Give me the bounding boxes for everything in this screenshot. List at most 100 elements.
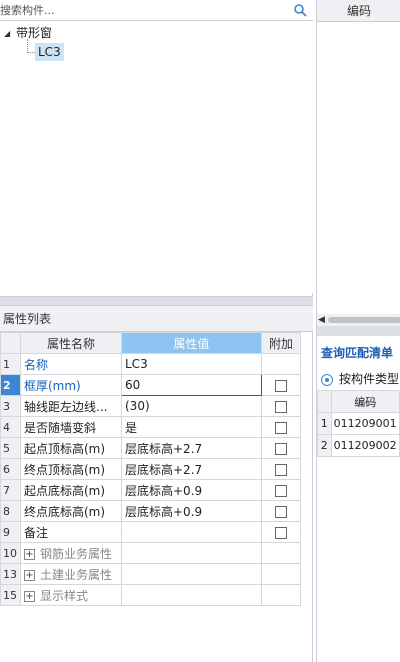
table-row-group[interactable]: 13 + 土建业务属性 <box>0 563 301 585</box>
match-list-table: 编码 1 011209001 2 011209002 <box>317 390 400 457</box>
search-bar <box>0 0 313 21</box>
table-row[interactable]: 1 名称 LC3 <box>0 353 301 375</box>
attr-name: 名称 <box>20 353 122 375</box>
row-number: 3 <box>0 395 21 417</box>
attr-name: 轴线距左边线... <box>20 395 122 417</box>
filter-radio-option[interactable]: 按构件类型 <box>321 370 399 387</box>
expand-plus-icon[interactable]: + <box>24 548 35 560</box>
extra-checkbox[interactable] <box>275 379 287 392</box>
extra-checkbox[interactable] <box>275 484 287 497</box>
extra-cell <box>261 584 301 606</box>
attr-name: 起点底标高(m) <box>20 479 122 501</box>
table-row[interactable]: 8 终点底标高(m) 层底标高+0.9 <box>0 500 301 522</box>
table-row[interactable]: 2 011209002 <box>317 434 400 457</box>
extra-checkbox[interactable] <box>275 505 287 518</box>
extra-cell <box>261 479 301 501</box>
pane-splitter[interactable] <box>0 296 313 306</box>
extra-checkbox[interactable] <box>275 526 287 539</box>
attr-value <box>121 584 262 606</box>
query-match-list-tab[interactable]: 查询匹配清单 <box>321 344 393 361</box>
component-tree: ◢ 带形窗 LC3 <box>0 21 313 293</box>
property-table: 属性名称 属性值 附加 1 名称 LC3 2 框厚(mm) 60 3 轴线距左边… <box>0 332 301 606</box>
extra-cell <box>261 521 301 543</box>
group-label: 显示样式 <box>40 588 89 603</box>
header-code[interactable]: 编码 <box>330 390 400 413</box>
code-cell[interactable]: 011209001 <box>330 412 400 435</box>
row-number: 2 <box>0 374 21 396</box>
row-number: 2 <box>317 434 332 457</box>
attr-value-editing[interactable]: 60 <box>121 374 262 396</box>
table-row[interactable]: 6 终点顶标高(m) 层底标高+2.7 <box>0 458 301 480</box>
attr-value[interactable] <box>121 521 262 543</box>
attr-value[interactable]: LC3 <box>121 353 262 375</box>
tree-root-label: 带形窗 <box>16 26 53 40</box>
radio-label: 按构件类型 <box>339 372 400 386</box>
table-row[interactable]: 2 框厚(mm) 60 <box>0 374 301 396</box>
attr-value <box>121 563 262 585</box>
table-row[interactable]: 3 轴线距左边线... (30) <box>0 395 301 417</box>
attr-value[interactable]: 是 <box>121 416 262 438</box>
extra-checkbox[interactable] <box>275 463 287 476</box>
attr-value[interactable]: 层底标高+2.7 <box>121 458 262 480</box>
extra-checkbox[interactable] <box>275 442 287 455</box>
table-row-group[interactable]: 15 + 显示样式 <box>0 584 301 606</box>
row-number: 5 <box>0 437 21 459</box>
extra-checkbox[interactable] <box>275 421 287 434</box>
scroll-left-arrow-icon[interactable]: ◀ <box>318 315 325 325</box>
table-row[interactable]: 9 备注 <box>0 521 301 543</box>
header-attr-value[interactable]: 属性值 <box>121 332 262 354</box>
extra-cell <box>261 542 301 564</box>
code-cell[interactable]: 011209002 <box>330 434 400 457</box>
extra-cell <box>261 563 301 585</box>
row-number: 7 <box>0 479 21 501</box>
row-number: 15 <box>0 584 21 606</box>
attr-name: 终点顶标高(m) <box>20 458 122 480</box>
row-number: 1 <box>317 412 332 435</box>
expand-triangle-icon[interactable]: ◢ <box>4 25 14 43</box>
tree-node-lc3[interactable]: LC3 <box>35 43 64 61</box>
header-attr-name[interactable]: 属性名称 <box>20 332 122 354</box>
property-list-title: 属性列表 <box>0 306 313 332</box>
table-row-group[interactable]: 10 + 钢筋业务属性 <box>0 542 301 564</box>
table-row[interactable]: 1 011209001 <box>317 412 400 435</box>
attr-value[interactable]: 层底标高+0.9 <box>121 479 262 501</box>
search-input[interactable] <box>0 2 290 19</box>
group-name: + 土建业务属性 <box>20 563 122 585</box>
table-row[interactable]: 4 是否随墙变斜 是 <box>0 416 301 438</box>
attr-value[interactable]: 层底标高+2.7 <box>121 437 262 459</box>
right-pane-splitter[interactable] <box>317 326 400 336</box>
expand-plus-icon[interactable]: + <box>24 569 35 581</box>
match-table-header: 编码 <box>317 390 400 413</box>
extra-cell <box>261 395 301 417</box>
row-number: 4 <box>0 416 21 438</box>
extra-cell <box>261 416 301 438</box>
attr-value[interactable]: 层底标高+0.9 <box>121 500 262 522</box>
row-number: 6 <box>0 458 21 480</box>
component-panel: ◢带形窗 LC3 属性列表 属性名称 属性值 附加 1 名称 LC3 2 <box>0 0 313 662</box>
row-number: 1 <box>0 353 21 375</box>
group-label: 钢筋业务属性 <box>40 546 113 561</box>
horizontal-scrollbar[interactable]: ◀ <box>317 314 400 326</box>
expand-plus-icon[interactable]: + <box>24 590 35 602</box>
extra-checkbox[interactable] <box>275 400 287 413</box>
right-panel: 编码 ◀ 查询匹配清单 按构件类型 编码 1 011209001 2 01120… <box>316 0 400 662</box>
header-extra[interactable]: 附加 <box>261 332 301 354</box>
scrollbar-thumb[interactable] <box>328 317 400 323</box>
attr-name: 是否随墙变斜 <box>20 416 122 438</box>
attr-value <box>121 542 262 564</box>
extra-cell <box>261 374 301 396</box>
extra-cell <box>261 353 301 375</box>
table-row[interactable]: 7 起点底标高(m) 层底标高+0.9 <box>0 479 301 501</box>
group-name: + 钢筋业务属性 <box>20 542 122 564</box>
radio-selected-icon[interactable] <box>321 373 333 386</box>
search-icon[interactable] <box>293 3 307 17</box>
header-rownum <box>317 390 332 413</box>
attr-name: 备注 <box>20 521 122 543</box>
extra-cell <box>261 437 301 459</box>
extra-cell <box>261 458 301 480</box>
code-column-header[interactable]: 编码 <box>317 0 400 22</box>
attr-value[interactable]: (30) <box>121 395 262 417</box>
row-number: 13 <box>0 563 21 585</box>
table-row[interactable]: 5 起点顶标高(m) 层底标高+2.7 <box>0 437 301 459</box>
group-name: + 显示样式 <box>20 584 122 606</box>
